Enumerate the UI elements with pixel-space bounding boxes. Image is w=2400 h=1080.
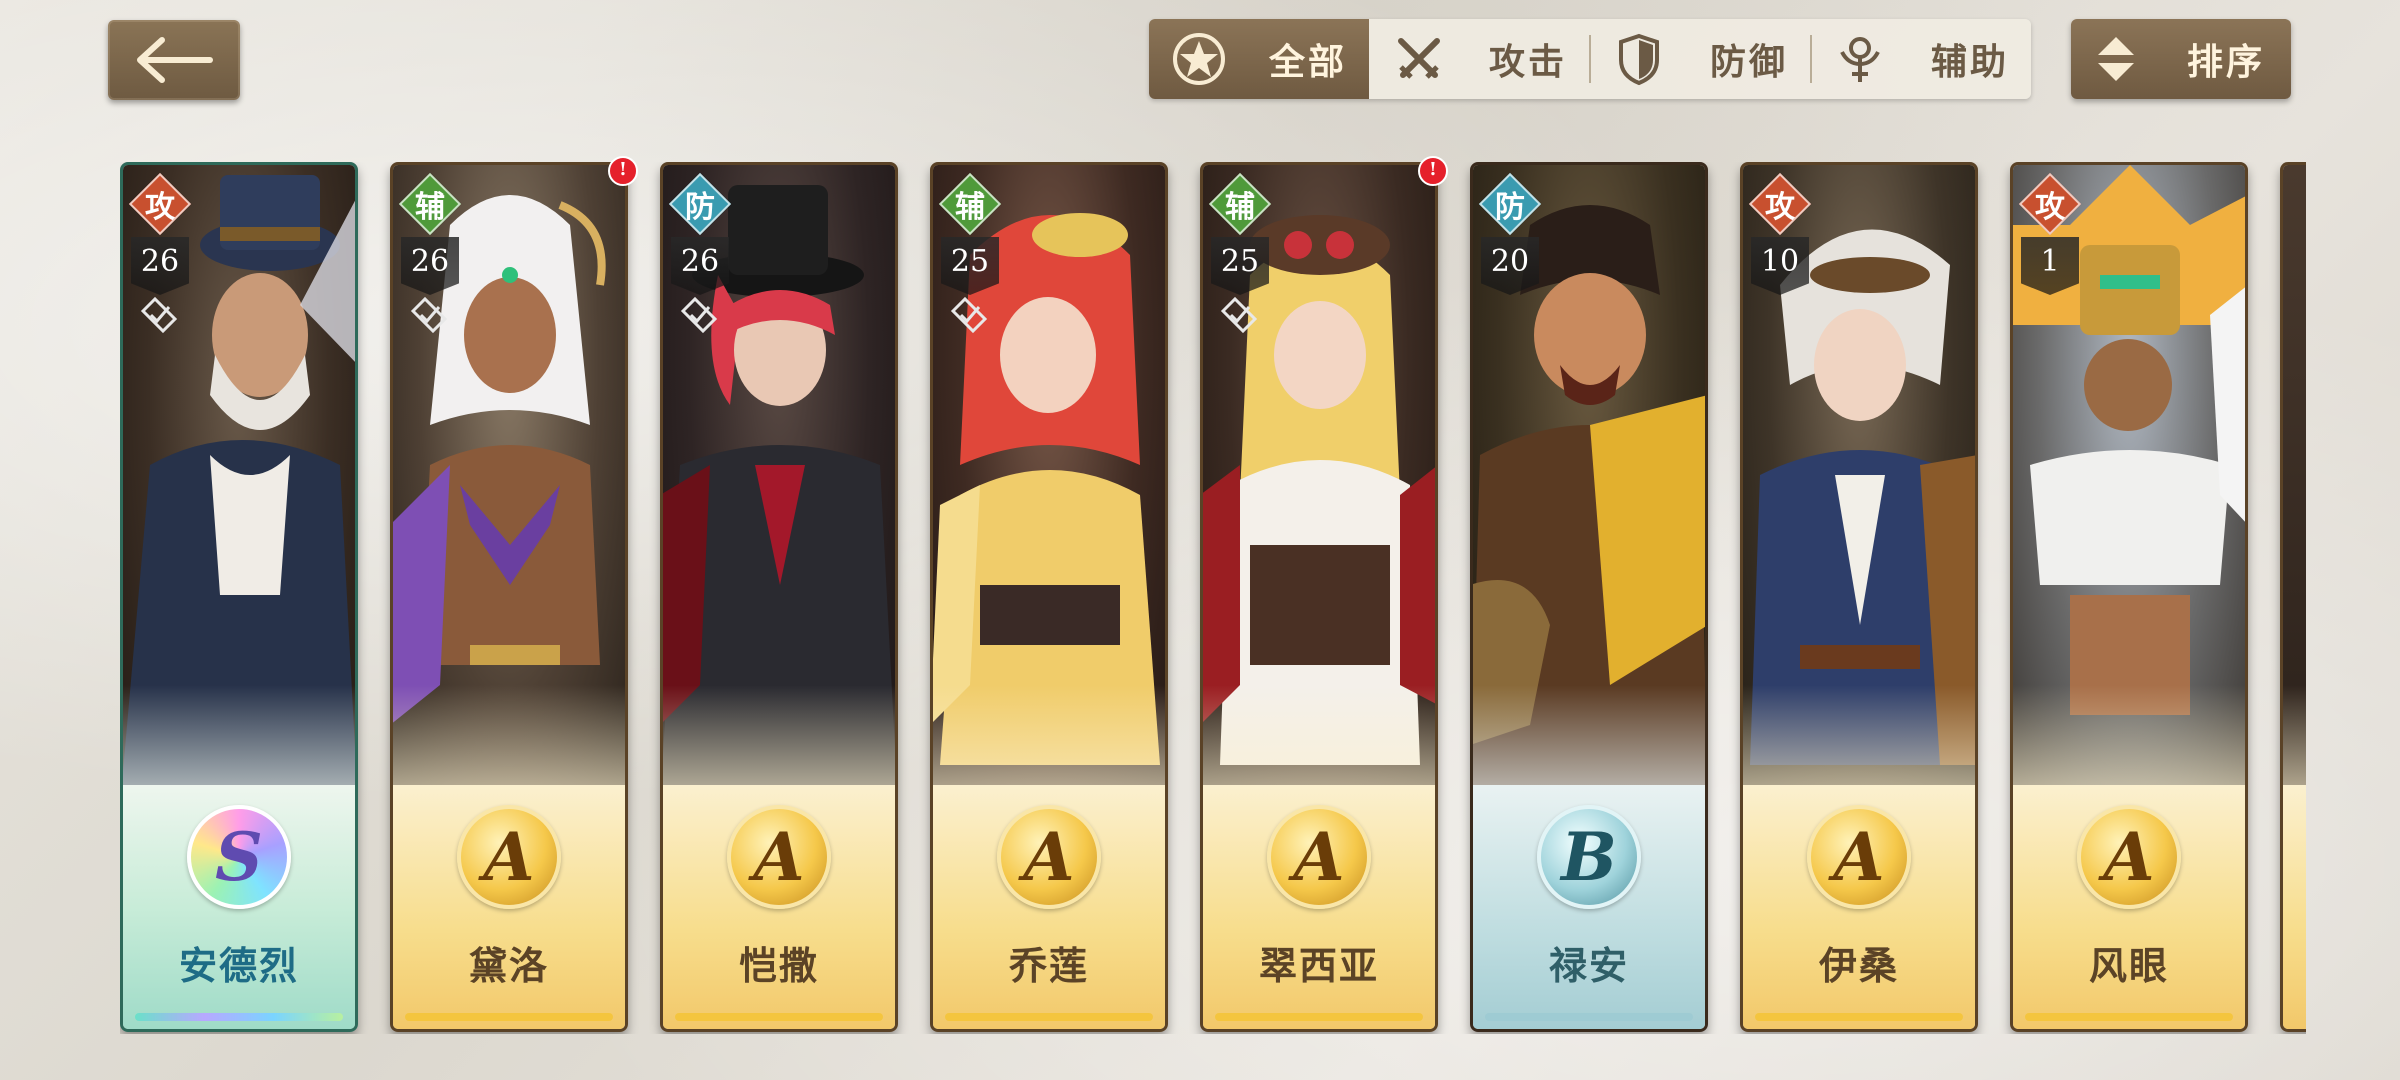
level-tag: 10 — [1751, 237, 1809, 295]
level-tag: 20 — [1481, 237, 1539, 295]
character-card[interactable]: 攻 10 A 伊桑 — [1740, 162, 1978, 1032]
star-icon — [1167, 32, 1231, 86]
filter-tab-label: 防御 — [1709, 41, 1788, 83]
check-icon — [140, 296, 178, 334]
card-bar — [675, 1013, 883, 1021]
character-card[interactable]: 辅 25 A 乔莲 — [930, 162, 1168, 1032]
support-staff-icon — [1828, 32, 1892, 86]
arrow-left-icon — [137, 37, 213, 83]
character-card[interactable]: 攻 1 A 风眼 — [2010, 162, 2248, 1032]
character-card[interactable]: 辅 26 A 黛洛 — [390, 162, 628, 1032]
notification-badge: ! — [1418, 156, 1448, 186]
level-tag: 26 — [131, 237, 189, 295]
rank-badge: S — [187, 805, 291, 909]
character-card-row: 攻 26 S 安德烈 辅 26 A 黛洛 防 26 A 恺撒 辅 25 A 乔莲… — [120, 162, 2306, 1034]
character-name: 风眼 — [2088, 943, 2169, 988]
role-badge: 攻 — [1748, 172, 1812, 236]
rank-badge: A — [727, 805, 831, 909]
card-bar — [1755, 1013, 1963, 1021]
role-badge: 辅 — [1208, 172, 1272, 236]
card-bar — [135, 1013, 343, 1021]
character-card[interactable]: 攻 26 S 安德烈 — [120, 162, 358, 1032]
rank-badge: B — [1537, 805, 1641, 909]
filter-tab-attack[interactable]: 攻击 — [1369, 19, 1589, 99]
role-badge: 辅 — [398, 172, 462, 236]
character-name: 黛洛 — [468, 943, 549, 988]
filter-tab-label: 全部 — [1268, 41, 1347, 83]
card-footer — [2283, 785, 2306, 1029]
character-name: 安德烈 — [178, 943, 299, 988]
sort-arrows-icon — [2093, 33, 2139, 85]
character-card[interactable]: 防 20 B 禄安 — [1470, 162, 1708, 1032]
check-icon — [1220, 296, 1258, 334]
check-icon — [680, 296, 718, 334]
character-name: 禄安 — [1548, 943, 1629, 988]
role-badge: 攻 — [2018, 172, 2082, 236]
filter-tab-label: 辅助 — [1930, 41, 2009, 83]
filter-tab-label: 攻击 — [1488, 41, 1567, 83]
card-bar — [1215, 1013, 1423, 1021]
character-name: 乔莲 — [1008, 943, 1089, 988]
sort-button[interactable]: 排序 — [2071, 19, 2291, 99]
role-badge: 辅 — [938, 172, 1002, 236]
character-card[interactable]: 防 26 A 恺撒 — [660, 162, 898, 1032]
card-bar — [1485, 1013, 1693, 1021]
role-badge: 防 — [1478, 172, 1542, 236]
shield-icon — [1607, 32, 1671, 86]
check-icon — [410, 296, 448, 334]
role-filter-bar: 全部 攻击 防御 辅助 — [1149, 19, 2031, 99]
level-tag: 25 — [1211, 237, 1269, 295]
rank-badge: A — [1267, 805, 1371, 909]
rank-badge: A — [457, 805, 561, 909]
notification-badge: ! — [608, 156, 638, 186]
character-card[interactable]: 辅 25 A 翠西亚 — [1200, 162, 1438, 1032]
filter-tab-defense[interactable]: 防御 — [1589, 19, 1810, 99]
check-icon — [950, 296, 988, 334]
card-bar — [945, 1013, 1153, 1021]
character-name: 翠西亚 — [1258, 943, 1379, 988]
card-bar — [2025, 1013, 2233, 1021]
level-tag: 26 — [671, 237, 729, 295]
character-card-partial[interactable] — [2280, 162, 2306, 1032]
rank-badge: A — [2077, 805, 2181, 909]
filter-tab-all[interactable]: 全部 — [1149, 19, 1369, 99]
rank-badge: A — [1807, 805, 1911, 909]
back-button[interactable] — [108, 20, 240, 100]
sort-label: 排序 — [2186, 41, 2265, 83]
level-tag: 26 — [401, 237, 459, 295]
role-badge: 攻 — [128, 172, 192, 236]
character-name: 恺撒 — [738, 943, 819, 988]
crossed-swords-icon — [1387, 33, 1451, 85]
level-tag: 25 — [941, 237, 999, 295]
role-badge: 防 — [668, 172, 732, 236]
rank-badge: A — [997, 805, 1101, 909]
character-name: 伊桑 — [1818, 943, 1899, 988]
level-tag: 1 — [2021, 237, 2079, 295]
card-bar — [405, 1013, 613, 1021]
filter-tab-support[interactable]: 辅助 — [1810, 19, 2031, 99]
